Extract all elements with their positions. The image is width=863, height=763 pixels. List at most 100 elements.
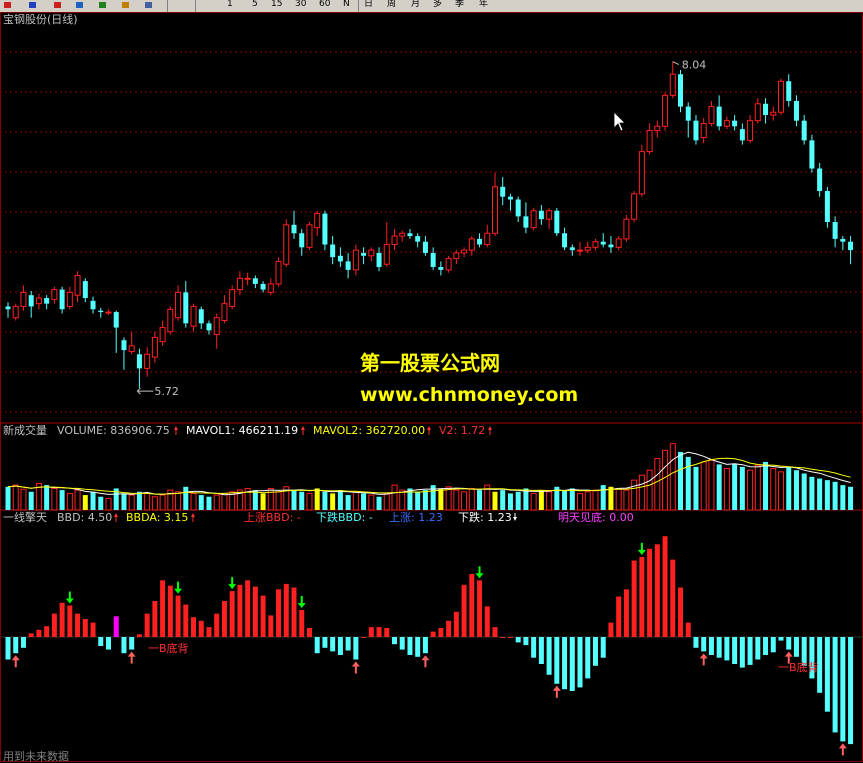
red-up-arrow-icon	[552, 685, 561, 698]
bbd-bar	[708, 637, 714, 655]
volume-bar	[840, 485, 846, 510]
bbd-bar	[392, 637, 397, 645]
bbd-bar	[330, 637, 336, 652]
volume-bar	[337, 490, 343, 510]
volume-bar	[221, 492, 228, 511]
volume-bar	[213, 494, 220, 511]
volume-bar	[175, 491, 182, 511]
volume-bar	[569, 488, 575, 510]
volume-bar	[190, 492, 197, 511]
up-arrow-icon	[191, 513, 195, 517]
bbd-bar	[631, 560, 637, 637]
period-button-60[interactable]: 60	[319, 0, 330, 11]
volume-bar	[600, 485, 606, 510]
candle-body	[90, 300, 96, 310]
red-up-arrow-icon	[421, 655, 430, 668]
candle-body	[538, 210, 544, 220]
high-price-label: 8.04	[682, 59, 707, 72]
indicator-panel-name: 一线擎天	[3, 511, 47, 524]
volume-bar	[361, 493, 367, 510]
period-button-1[interactable]: 1	[227, 0, 233, 11]
ksi-icon[interactable]	[27, 0, 38, 10]
volume-bar	[82, 495, 88, 510]
bbd-bar	[616, 596, 622, 637]
volume-bar	[824, 480, 830, 510]
volume-bar	[74, 489, 81, 511]
annotation-b-bottom-2: 一B底背	[778, 661, 819, 674]
bbd-bar	[832, 637, 838, 733]
bbd-bar	[67, 605, 73, 637]
period-button-30[interactable]: 30	[295, 0, 306, 11]
timeframe-button-2[interactable]: 月	[411, 0, 420, 11]
bbd-bar	[623, 589, 629, 637]
candle-body	[693, 120, 699, 141]
timeframe-button-5[interactable]: 年	[479, 0, 488, 11]
bbd-bar	[229, 591, 235, 637]
candle-body	[484, 232, 491, 246]
candle-body	[35, 297, 42, 305]
candle-body	[330, 244, 336, 258]
candle-body	[546, 210, 553, 220]
period-button-15[interactable]: 15	[271, 0, 282, 11]
status-text: 用到未来数据	[3, 750, 69, 763]
timeframe-button-0[interactable]: 日	[364, 0, 373, 11]
grid-icon[interactable]	[143, 0, 154, 10]
bbd-bar	[469, 574, 475, 637]
period-button-N[interactable]: N	[343, 0, 350, 11]
bbd-bar	[531, 637, 537, 658]
candle-body	[754, 103, 761, 122]
timeframe-button-3[interactable]: 多	[433, 0, 442, 11]
candle-body	[113, 312, 119, 328]
down-arrow-icon	[513, 517, 517, 521]
bbd-bar	[415, 637, 421, 657]
add-icon[interactable]	[97, 0, 108, 10]
volume-bar	[763, 461, 769, 510]
volume-bar	[183, 486, 189, 510]
candle-body	[577, 249, 584, 252]
bbd-bar	[283, 583, 289, 637]
timeframe-button-4[interactable]: 季	[455, 0, 464, 11]
candle-body	[368, 249, 375, 257]
bbd-bar	[461, 584, 467, 637]
bbd-bar	[337, 637, 343, 655]
bbd-bar	[600, 637, 606, 658]
candle-body	[461, 249, 468, 254]
candle-body	[615, 238, 622, 248]
volume-bar	[391, 484, 398, 511]
candle-body	[306, 224, 313, 248]
volume-bar	[121, 493, 127, 510]
candle-body	[600, 241, 606, 245]
candle-body	[260, 283, 266, 290]
volume-bar	[584, 491, 591, 511]
timeframe-button-1[interactable]: 周	[387, 0, 396, 11]
candle-body	[654, 125, 661, 132]
candle-body	[662, 94, 669, 127]
red-up-arrow-icon	[699, 653, 708, 666]
volume-bar	[252, 490, 258, 510]
bbd-bar	[492, 627, 498, 637]
candle-body	[183, 292, 189, 324]
down-value: 下跌: 1.23	[458, 511, 512, 524]
pen-icon[interactable]	[120, 0, 131, 10]
candle-body	[144, 353, 151, 369]
volume-bar	[562, 490, 568, 510]
kd-icon[interactable]	[2, 0, 13, 10]
candle-body	[5, 306, 11, 310]
candle-body	[716, 106, 722, 127]
volume-bar	[507, 493, 513, 510]
candle-body	[345, 261, 351, 270]
bbd-bar	[322, 637, 328, 648]
period-button-5[interactable]: 5	[252, 0, 258, 11]
candle-body	[252, 278, 258, 284]
volume-bar	[136, 491, 142, 510]
volume-bar	[105, 497, 112, 511]
volume-bar	[28, 491, 34, 510]
bbd-bar	[399, 637, 405, 650]
candle-body	[422, 241, 428, 253]
move-icon[interactable]	[74, 0, 85, 10]
candle-body	[708, 106, 715, 124]
bbd-bar	[245, 580, 251, 637]
s-icon[interactable]	[52, 0, 63, 10]
bbd-bar	[113, 616, 119, 637]
volume-bar	[592, 489, 599, 511]
